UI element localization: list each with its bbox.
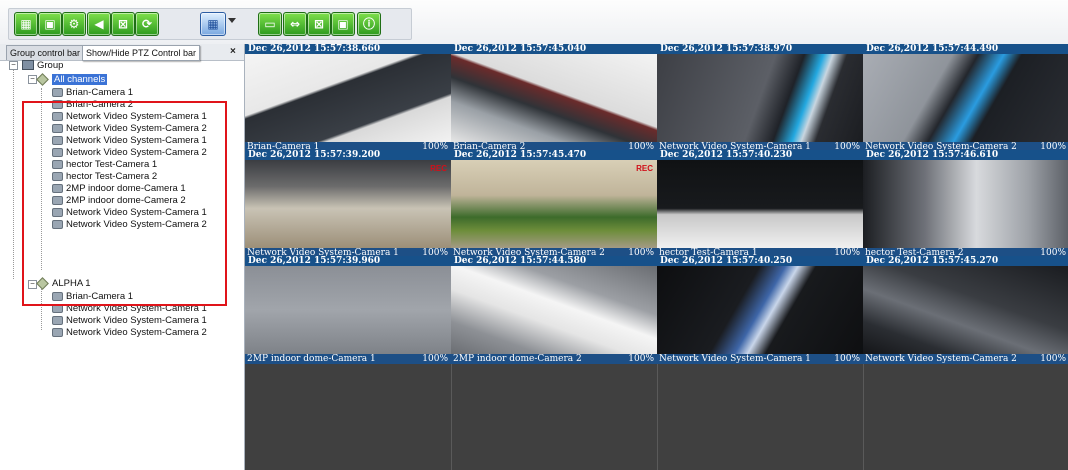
channel-info-bar: 2MP indoor dome-Camera 2 100% bbox=[451, 354, 657, 364]
highlight-box bbox=[22, 101, 227, 306]
group-icon bbox=[22, 60, 34, 71]
video-channel-cell[interactable]: Dec 26,2012 15:57:39.960 2MP indoor dome-… bbox=[245, 256, 451, 364]
channel-timestamp: Dec 26,2012 15:57:45.040 bbox=[451, 44, 657, 54]
camera-icon bbox=[52, 327, 63, 337]
video-feed[interactable] bbox=[863, 54, 1068, 142]
channel-timestamp: Dec 26,2012 15:57:39.200 bbox=[245, 150, 451, 160]
video-feed[interactable] bbox=[863, 160, 1068, 248]
channel-percent: 100% bbox=[834, 354, 860, 364]
video-channel-cell[interactable]: Dec 26,2012 15:57:45.470 Network Video Sy… bbox=[451, 150, 657, 258]
channel-percent: 100% bbox=[628, 354, 654, 364]
tab-group-control-bar[interactable]: Group control bar bbox=[6, 45, 85, 60]
video-channel-cell[interactable]: Dec 26,2012 15:57:40.230 hector Test-Came… bbox=[657, 150, 863, 258]
channel-timestamp: Dec 26,2012 15:57:40.230 bbox=[657, 150, 863, 160]
video-feed[interactable] bbox=[451, 160, 657, 248]
tree-item-label: Brian-Camera 1 bbox=[66, 87, 134, 98]
channel-group-icon bbox=[36, 73, 49, 86]
info-icon[interactable]: ⓘ bbox=[357, 12, 381, 36]
video-feed[interactable] bbox=[451, 266, 657, 354]
refresh-icon[interactable]: ⟳ bbox=[135, 12, 159, 36]
tree-item-camera[interactable]: Network Video System-Camera 1 bbox=[52, 315, 207, 327]
channel-percent: 100% bbox=[422, 354, 448, 364]
tree-item-label: Network Video System-Camera 2 bbox=[66, 327, 207, 338]
video-channel-cell[interactable]: Dec 26,2012 15:57:44.580 2MP indoor dome-… bbox=[451, 256, 657, 364]
snapshot-icon[interactable]: ▣ bbox=[331, 12, 355, 36]
panel-header: Group control bar Show/Hide PTZ Control … bbox=[0, 44, 244, 61]
video-channel-cell[interactable]: Dec 26,2012 15:57:39.200 Network Video Sy… bbox=[245, 150, 451, 258]
video-feed[interactable] bbox=[451, 54, 657, 142]
camera-icon bbox=[52, 315, 63, 325]
channel-percent: 100% bbox=[1040, 354, 1066, 364]
empty-slot[interactable] bbox=[863, 360, 1068, 470]
video-channel-cell[interactable]: Dec 26,2012 15:57:38.970 Network Video Sy… bbox=[657, 44, 863, 152]
group-control-panel: Group control bar Show/Hide PTZ Control … bbox=[0, 44, 245, 470]
chevron-down-icon[interactable] bbox=[228, 18, 236, 23]
channel-info-bar: Network Video System-Camera 2 100% bbox=[863, 354, 1068, 364]
channel-info-bar: 2MP indoor dome-Camera 1 100% bbox=[245, 354, 451, 364]
video-channel-cell[interactable]: Dec 26,2012 15:57:45.270 Network Video Sy… bbox=[863, 256, 1068, 364]
settings-icon[interactable]: ⚙ bbox=[62, 12, 86, 36]
video-feed[interactable] bbox=[657, 266, 863, 354]
tree-line bbox=[13, 69, 14, 279]
tile-icon[interactable]: ⊠ bbox=[111, 12, 135, 36]
fullscreen-icon[interactable]: ⇔ bbox=[283, 12, 307, 36]
channel-timestamp: Dec 26,2012 15:57:38.660 bbox=[245, 44, 451, 54]
video-feed[interactable] bbox=[245, 54, 451, 142]
channel-name: 2MP indoor dome-Camera 1 bbox=[247, 354, 376, 364]
tab-ptz-control-bar[interactable]: Show/Hide PTZ Control bar bbox=[82, 45, 201, 61]
tree-group-label: All channels bbox=[52, 74, 108, 85]
video-feed[interactable] bbox=[863, 266, 1068, 354]
channel-timestamp: Dec 26,2012 15:57:44.580 bbox=[451, 256, 657, 266]
channel-timestamp: Dec 26,2012 15:57:39.960 bbox=[245, 256, 451, 266]
video-feed[interactable] bbox=[245, 266, 451, 354]
fit-window-icon[interactable]: ▭ bbox=[258, 12, 282, 36]
channel-timestamp: Dec 26,2012 15:57:45.470 bbox=[451, 150, 657, 160]
channel-timestamp: Dec 26,2012 15:57:38.970 bbox=[657, 44, 863, 54]
channel-name: 2MP indoor dome-Camera 2 bbox=[453, 354, 582, 364]
collapse-toggle[interactable]: − bbox=[9, 61, 18, 70]
group-icon[interactable]: ▣ bbox=[38, 12, 62, 36]
video-feed[interactable] bbox=[657, 160, 863, 248]
video-channel-cell[interactable]: Dec 26,2012 15:57:38.660 Brian-Camera 1 10… bbox=[245, 44, 451, 152]
camera-icon bbox=[52, 87, 63, 97]
channel-timestamp: Dec 26,2012 15:57:40.250 bbox=[657, 256, 863, 266]
grid-layout-icon[interactable]: ▦ bbox=[200, 12, 226, 36]
channel-info-bar: Network Video System-Camera 1 100% bbox=[657, 354, 863, 364]
tree-item-label: Network Video System-Camera 1 bbox=[66, 315, 207, 326]
video-channel-cell[interactable]: Dec 26,2012 15:57:46.610 hector Test-Came… bbox=[863, 150, 1068, 258]
tree-root-label: Group bbox=[37, 60, 64, 71]
channel-name: Network Video System-Camera 2 bbox=[865, 354, 1017, 364]
layout-icon[interactable]: ▦ bbox=[14, 12, 38, 36]
video-channel-cell[interactable]: Dec 26,2012 15:57:44.490 Network Video Sy… bbox=[863, 44, 1068, 152]
tree-group-all-channels[interactable]: All channels bbox=[36, 73, 108, 86]
tree-item-camera[interactable]: Network Video System-Camera 2 bbox=[52, 327, 207, 339]
channel-timestamp: Dec 26,2012 15:57:46.610 bbox=[863, 150, 1068, 160]
recording-indicator: REC bbox=[636, 164, 653, 173]
video-channel-cell[interactable]: Dec 26,2012 15:57:40.250 Network Video Sy… bbox=[657, 256, 863, 364]
video-feed[interactable] bbox=[657, 54, 863, 142]
empty-slot[interactable] bbox=[245, 360, 451, 470]
channel-name: Network Video System-Camera 1 bbox=[659, 354, 811, 364]
channel-timestamp: Dec 26,2012 15:57:45.270 bbox=[863, 256, 1068, 266]
empty-slot[interactable] bbox=[657, 360, 863, 470]
video-grid: Dec 26,2012 15:57:38.660 Brian-Camera 1 10… bbox=[245, 44, 1068, 470]
audio-icon[interactable]: ◀ bbox=[87, 12, 111, 36]
channel-timestamp: Dec 26,2012 15:57:44.490 bbox=[863, 44, 1068, 54]
main-toolbar: ▦ ▣ ⚙ ◀ ⊠ ⟳ ▦ ▭ ⇔ ⊠ ▣ ⓘ bbox=[0, 0, 1068, 45]
tree-item-camera[interactable]: Brian-Camera 1 bbox=[52, 87, 133, 99]
recording-indicator: REC bbox=[430, 164, 447, 173]
tree-root-group[interactable]: Group bbox=[22, 60, 63, 72]
tile-all-icon[interactable]: ⊠ bbox=[307, 12, 331, 36]
empty-slot[interactable] bbox=[451, 360, 657, 470]
video-feed[interactable] bbox=[245, 160, 451, 248]
close-icon[interactable]: × bbox=[230, 46, 236, 58]
video-channel-cell[interactable]: Dec 26,2012 15:57:45.040 Brian-Camera 2 10… bbox=[451, 44, 657, 152]
